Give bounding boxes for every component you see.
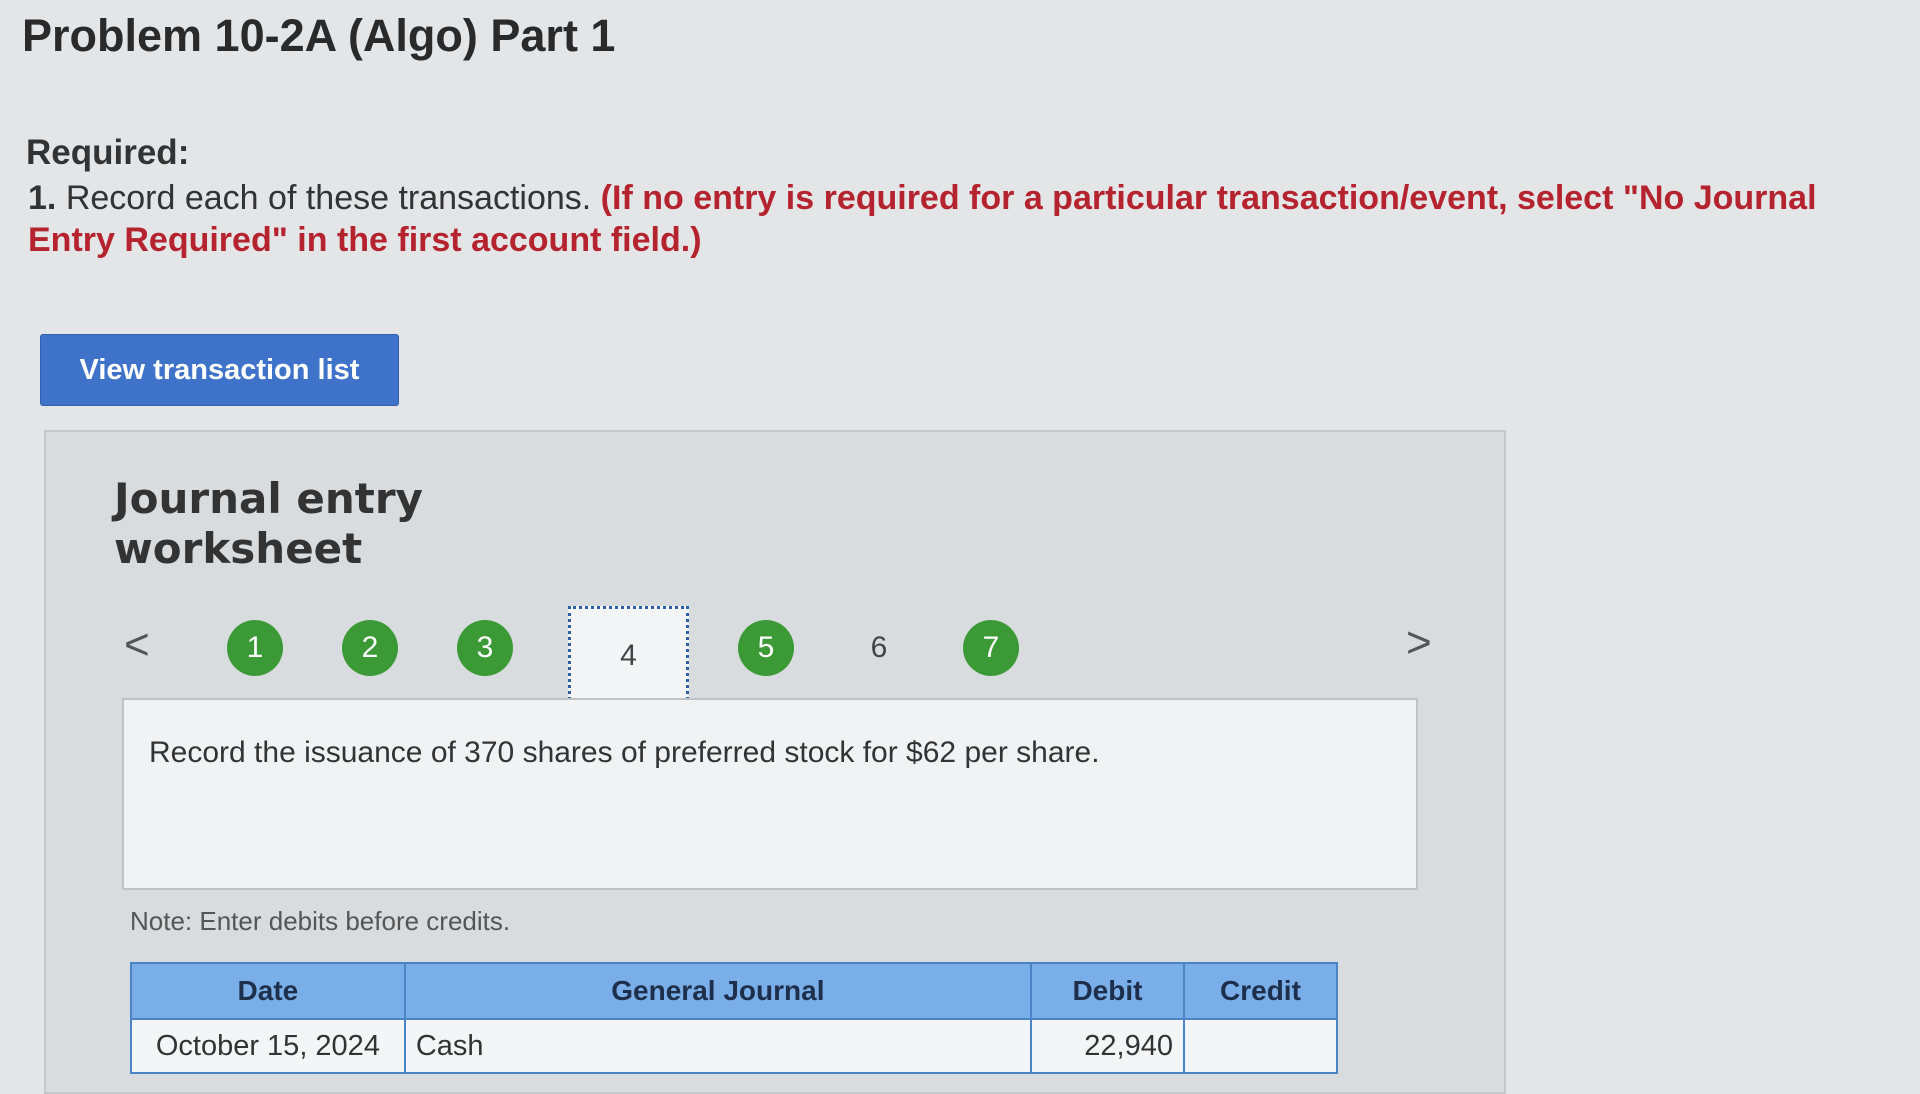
header-credit: Credit [1182,962,1339,1020]
worksheet-title-line2: worksheet [114,524,363,573]
step-5[interactable]: 5 [738,620,794,676]
table-header-row: Date General Journal Debit Credit [130,962,1339,1020]
chevron-left-icon[interactable]: < [124,620,150,670]
chevron-right-icon[interactable]: > [1406,618,1432,668]
debits-note: Note: Enter debits before credits. [130,906,511,936]
credit-input[interactable] [1182,1018,1339,1074]
required-label: Required: [26,133,190,172]
step-2[interactable]: 2 [342,620,398,676]
account-select[interactable]: Cash [403,1018,1032,1074]
debit-input[interactable]: 22,940 [1029,1018,1185,1074]
header-date: Date [130,962,406,1020]
instructions-text: 1. Record each of these transactions. (I… [28,177,1898,261]
table-row: October 15, 2024 Cash 22,940 [130,1018,1339,1074]
view-transaction-list-button[interactable]: View transaction list [40,334,399,406]
date-select[interactable]: October 15, 2024 [130,1018,406,1074]
header-general-journal: General Journal [403,962,1032,1020]
item-number: 1. [28,179,57,217]
step-4-current[interactable]: 4 [568,606,689,706]
step-1[interactable]: 1 [227,620,283,676]
worksheet-title: Journal entry worksheet [114,474,423,574]
step-6[interactable]: 6 [851,620,907,676]
item-text: Record each of these transactions. [65,179,592,217]
transaction-description-box: Record the issuance of 370 shares of pre… [122,698,1418,890]
worksheet-title-line1: Journal entry [114,474,423,523]
header-debit: Debit [1029,962,1185,1020]
page-title: Problem 10-2A (Algo) Part 1 [22,10,616,61]
journal-table: Date General Journal Debit Credit Octobe… [130,962,1339,1074]
step-3[interactable]: 3 [457,620,513,676]
journal-entry-worksheet-panel: Journal entry worksheet < 1 2 3 4 5 6 7 … [44,430,1506,1094]
step-7[interactable]: 7 [963,620,1019,676]
transaction-description: Record the issuance of 370 shares of pre… [149,736,1100,769]
